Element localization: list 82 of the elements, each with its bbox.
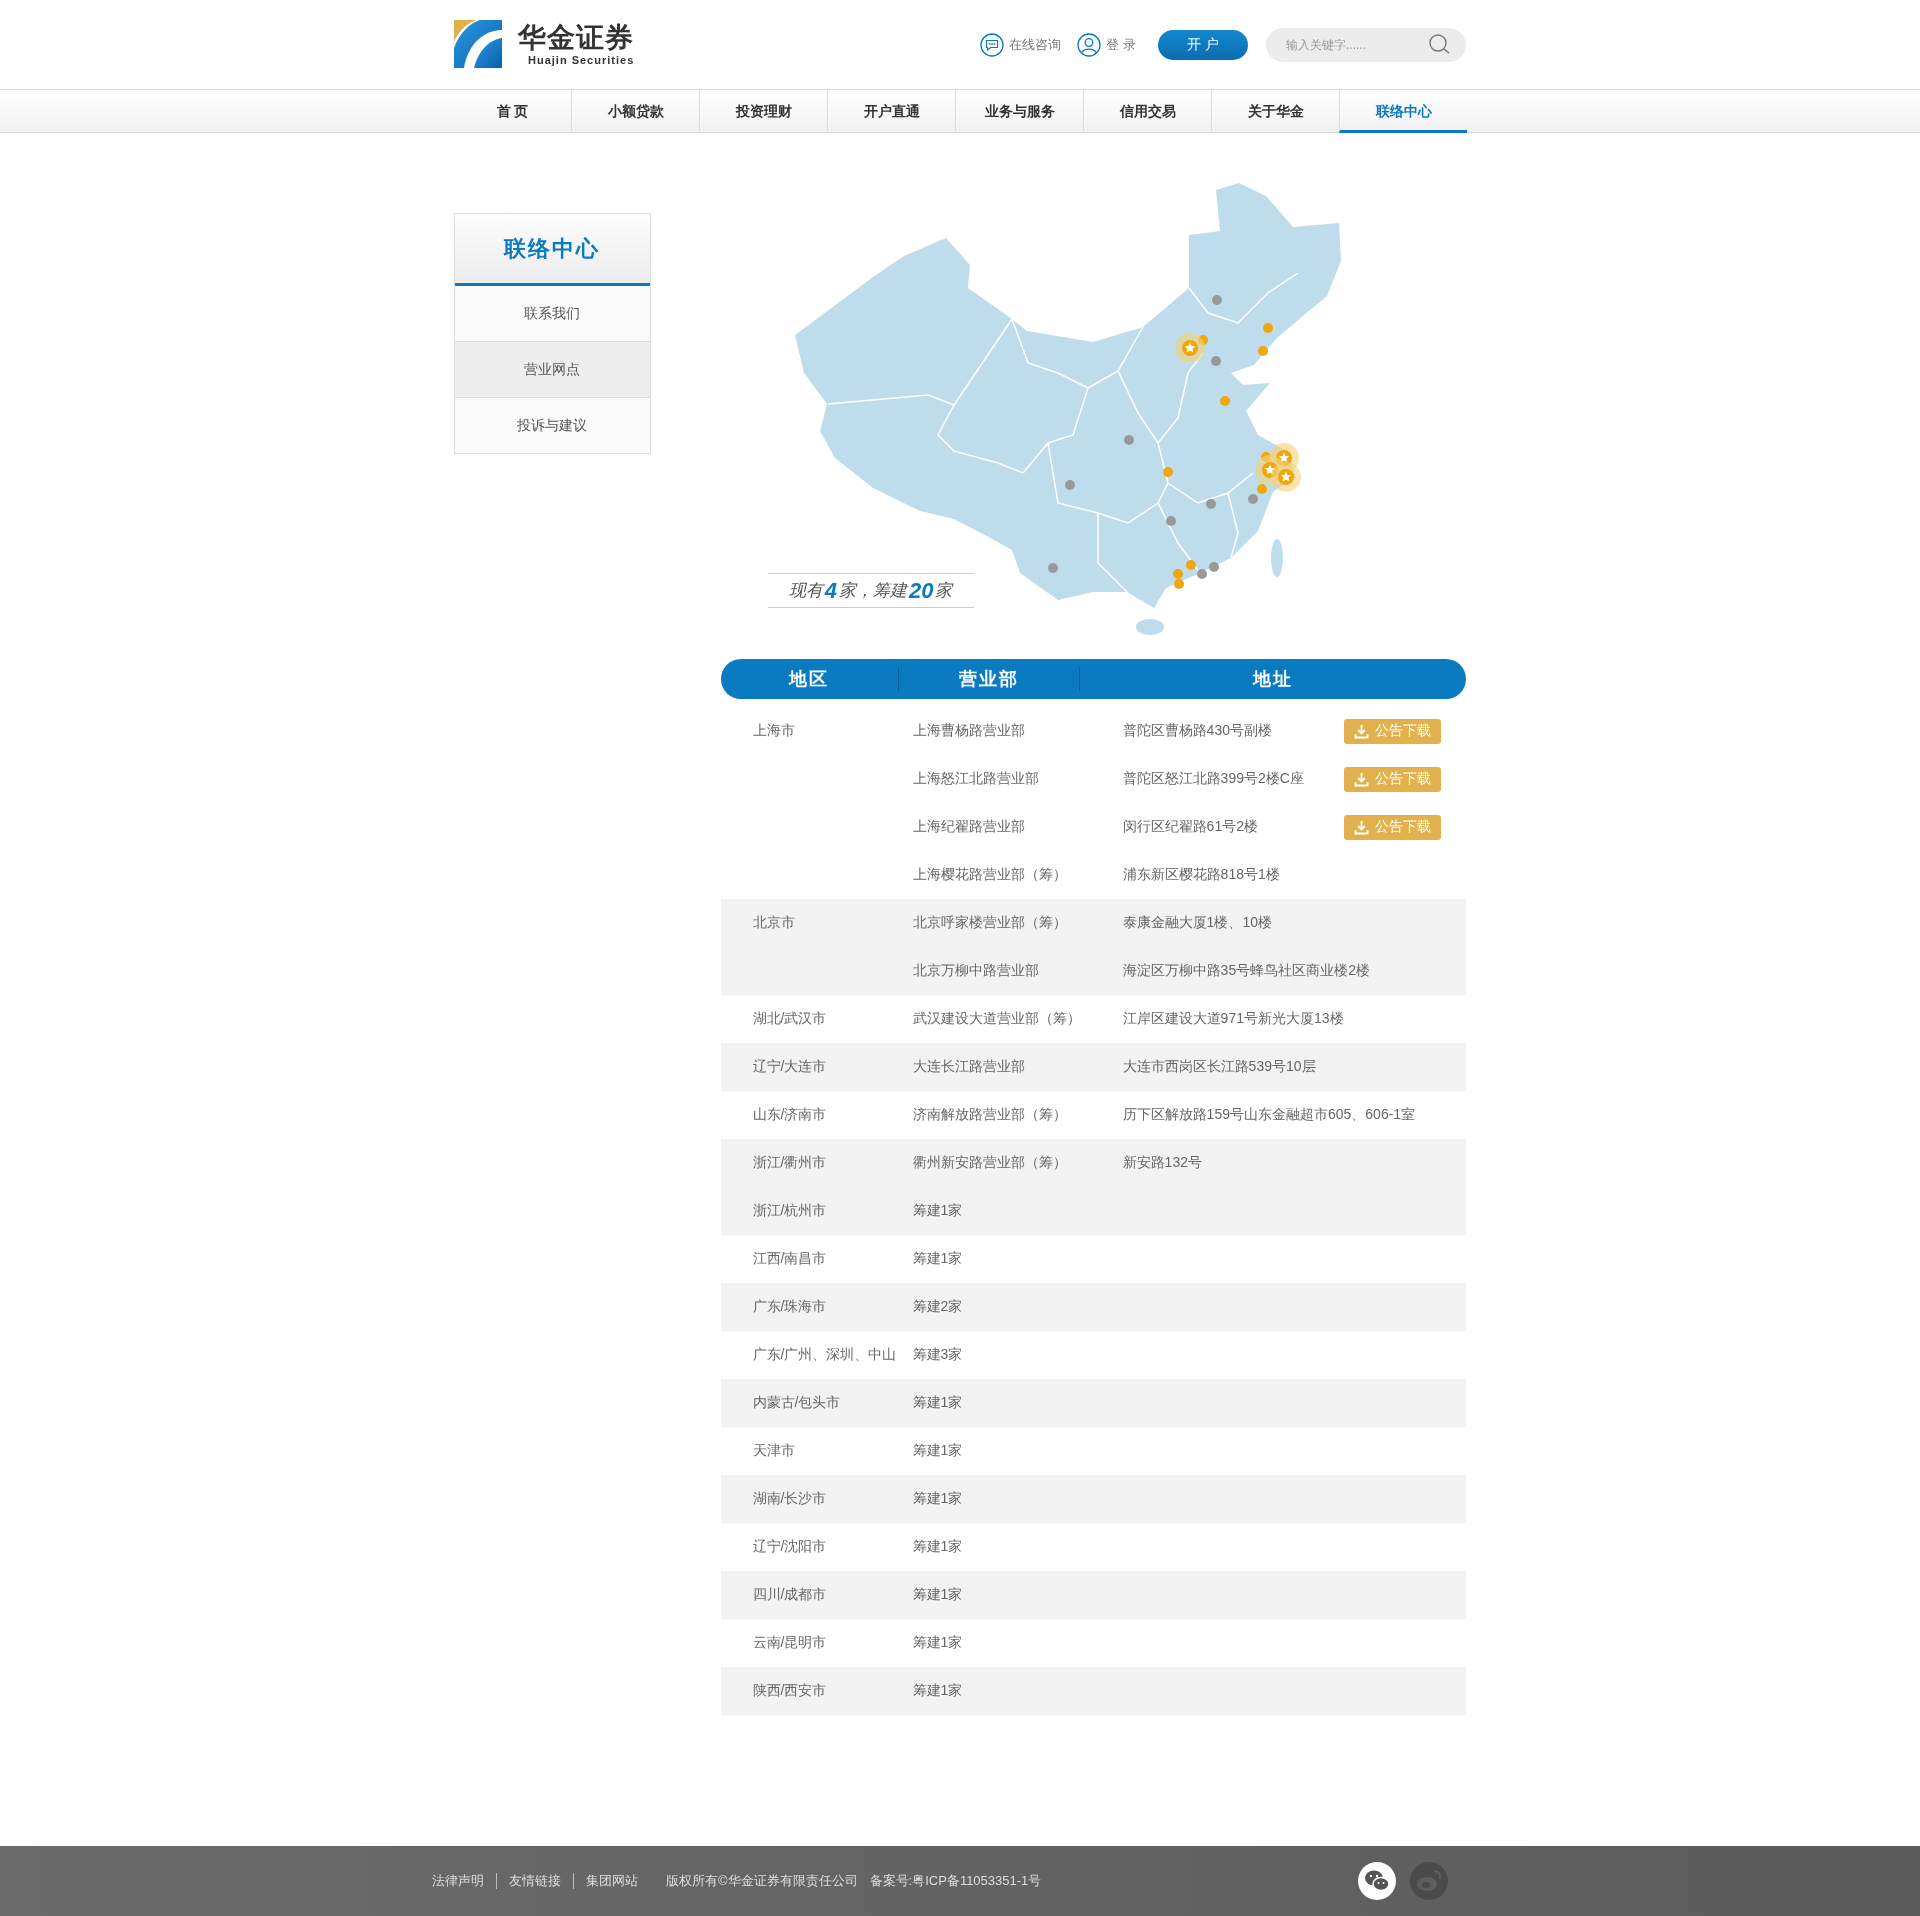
branch-name-cell: 济南解放路营业部（筹）	[912, 1106, 1067, 1122]
nav-tab[interactable]: 小额贷款	[571, 90, 699, 133]
open-account-button[interactable]: 开 户	[1158, 29, 1248, 60]
region-cell: 浙江/衢州市	[752, 1154, 827, 1170]
address-cell: 历下区解放路159号山东金融超市605、606-1室	[1122, 1106, 1416, 1122]
region-cell: 云南/昆明市	[752, 1634, 827, 1650]
nav-tab[interactable]: 关于华金	[1211, 90, 1339, 133]
logo-subtitle: Huajin Securities	[527, 53, 635, 66]
region-cell: 内蒙古/包头市	[752, 1394, 841, 1410]
sidebar-item[interactable]: 联系我们	[455, 286, 650, 341]
branch-name-cell: 武汉建设大道营业部（筹）	[912, 1010, 1081, 1026]
column-header: 地址	[1078, 667, 1466, 691]
region-cell: 湖北/武汉市	[752, 1010, 827, 1026]
search-field[interactable]: 输入关键字......	[1266, 27, 1466, 62]
column-header: 地区	[787, 668, 831, 691]
footer-link[interactable]: 集团网站	[586, 1872, 638, 1890]
nav-tab[interactable]: 业务与服务	[955, 90, 1083, 133]
nav-tab[interactable]: 投资理财	[699, 90, 827, 133]
region-cell: 江西/南昌市	[752, 1250, 827, 1266]
address-cell: 普陀区怒江北路399号2楼C座	[1122, 770, 1304, 786]
branch-name-cell: 大连长江路营业部	[912, 1058, 1025, 1074]
branch-count-caption: 现有4家，筹建20家	[767, 573, 974, 608]
region-cell: 浙江/杭州市	[752, 1202, 827, 1218]
search-icon[interactable]	[1428, 32, 1452, 57]
address-cell: 新安路132号	[1122, 1154, 1202, 1170]
region-cell: 广东/广州、深圳、中山	[752, 1346, 897, 1362]
region-cell: 天津市	[752, 1442, 795, 1458]
download-icon	[1354, 819, 1369, 835]
chat-icon	[980, 32, 1005, 57]
nav-tab[interactable]: 联络中心	[1339, 90, 1467, 133]
branch-name-cell: 北京呼家楼营业部（筹）	[912, 914, 1067, 930]
region-cell: 湖南/长沙市	[752, 1490, 827, 1506]
nav-tab[interactable]: 首 页	[454, 90, 571, 133]
branch-name-cell: 上海怒江北路营业部	[912, 770, 1039, 786]
branch-name-cell: 筹建1家	[912, 1682, 963, 1698]
branch-name-cell: 筹建1家	[912, 1538, 963, 1554]
region-cell: 辽宁/沈阳市	[752, 1538, 827, 1554]
logo-icon	[454, 19, 502, 68]
online-consult-link[interactable]: 在线咨询	[980, 32, 1062, 57]
branch-name-cell: 筹建2家	[912, 1298, 963, 1314]
address-cell: 海淀区万柳中路35号蜂鸟社区商业楼2楼	[1122, 962, 1370, 978]
footer-link[interactable]: 友情链接	[509, 1872, 561, 1890]
branch-name-cell: 上海樱花路营业部（筹）	[912, 866, 1067, 882]
branch-name-cell: 筹建1家	[912, 1442, 963, 1458]
address-cell: 江岸区建设大道971号新光大厦13楼	[1122, 1010, 1344, 1026]
region-cell: 山东/济南市	[752, 1106, 827, 1122]
branch-name-cell: 筹建1家	[912, 1586, 963, 1602]
wechat-icon[interactable]	[1358, 1862, 1396, 1900]
download-icon	[1354, 771, 1369, 787]
branch-name-cell: 筹建3家	[912, 1346, 963, 1362]
branch-name-cell: 衢州新安路营业部（筹）	[912, 1154, 1067, 1170]
branch-name-cell: 筹建1家	[912, 1250, 963, 1266]
region-cell: 广东/珠海市	[752, 1298, 827, 1314]
branch-name-cell: 筹建1家	[912, 1634, 963, 1650]
branch-name-cell: 北京万柳中路营业部	[912, 962, 1039, 978]
sidebar-item[interactable]: 营业网点	[455, 341, 650, 397]
nav-tab[interactable]: 信用交易	[1083, 90, 1211, 133]
logo-name: 华金证券	[518, 21, 635, 54]
branch-name-cell: 筹建1家	[912, 1394, 963, 1410]
region-cell: 北京市	[752, 914, 795, 930]
address-cell: 闵行区纪翟路61号2楼	[1122, 818, 1258, 834]
download-icon	[1354, 723, 1369, 739]
footer-link[interactable]: 法律声明	[432, 1872, 484, 1890]
address-cell: 浦东新区樱花路818号1楼	[1122, 866, 1280, 882]
region-cell: 四川/成都市	[752, 1586, 827, 1602]
nav-tab[interactable]: 开户直通	[827, 90, 955, 133]
address-cell: 普陀区曹杨路430号副楼	[1122, 722, 1272, 738]
branch-name-cell: 上海曹杨路营业部	[912, 722, 1025, 738]
copyright-text: 版权所有©华金证券有限责任公司	[666, 1872, 858, 1890]
region-cell: 陕西/西安市	[752, 1682, 827, 1698]
user-icon	[1077, 32, 1102, 57]
address-cell: 大连市西岗区长江路539号10层	[1122, 1058, 1316, 1074]
login-link[interactable]: 登 录	[1077, 32, 1136, 57]
region-cell: 辽宁/大连市	[752, 1058, 827, 1074]
branch-name-cell: 筹建1家	[912, 1490, 963, 1506]
address-cell: 泰康金融大厦1楼、10楼	[1122, 914, 1272, 930]
sidebar-item[interactable]: 投诉与建议	[455, 397, 650, 453]
icp-number-text: 备案号:粤ICP备11053351-1号	[869, 1872, 1042, 1890]
column-header: 营业部	[897, 667, 1079, 691]
branch-name-cell: 筹建1家	[912, 1202, 963, 1218]
branch-name-cell: 上海纪翟路营业部	[912, 818, 1025, 834]
region-cell: 上海市	[752, 722, 795, 738]
